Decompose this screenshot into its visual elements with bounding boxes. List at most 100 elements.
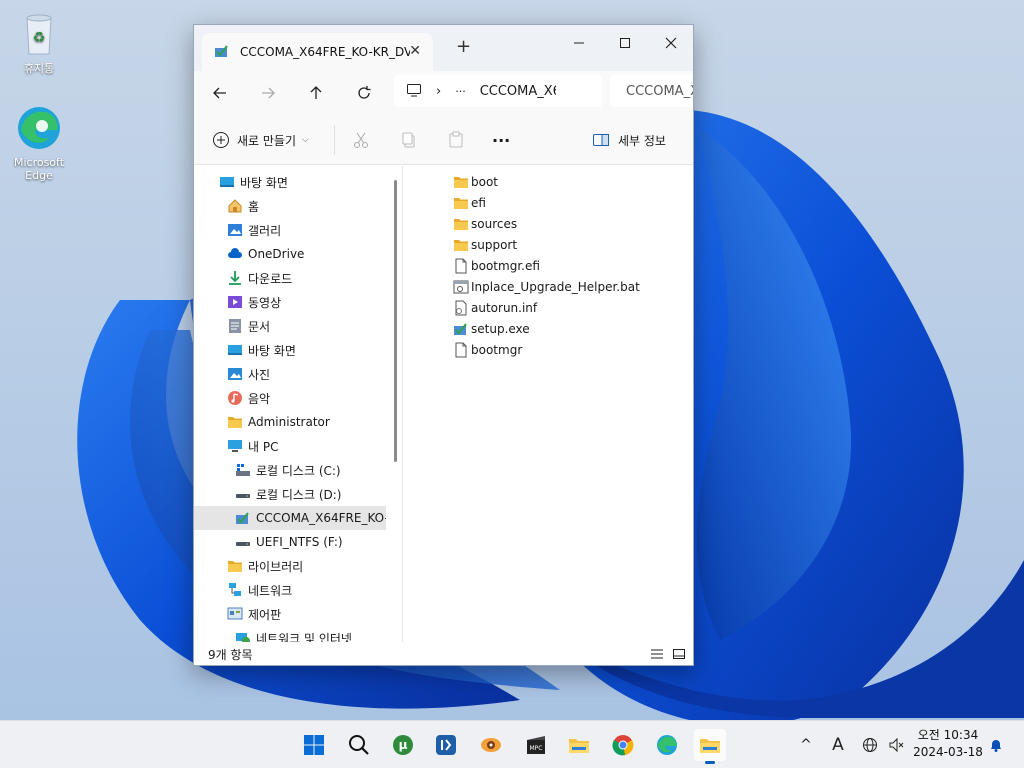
nav-item[interactable]: 홈 [194, 194, 386, 218]
folder-icon [453, 195, 469, 211]
clock-date: 2024-03-18 [913, 745, 983, 759]
nav-item[interactable]: 라이브러리 [194, 554, 386, 578]
refresh-button[interactable] [350, 79, 378, 107]
nav-item[interactable]: 바탕 화면 [194, 338, 386, 362]
windows-logo-icon [304, 735, 324, 755]
address-bar[interactable]: › ··· CCCOMA_X6 [394, 75, 602, 107]
edge-icon [15, 104, 63, 152]
tiles-view-icon[interactable] [672, 647, 686, 664]
nav-item[interactable]: 다운로드 [194, 266, 386, 290]
taskbar-app-eye[interactable] [475, 729, 507, 761]
plus-circle-icon [213, 132, 229, 148]
taskbar-app-utorrent[interactable]: µ [387, 729, 419, 761]
nav-item-label: 바탕 화면 [240, 175, 288, 190]
search-button[interactable] [343, 729, 375, 761]
taskbar-app-mpc[interactable]: MPC [520, 729, 552, 761]
nav-item[interactable]: UEFI_NTFS (F:) [194, 530, 386, 554]
nav-item-label: 사진 [248, 367, 271, 382]
taskbar-app-chrome[interactable] [607, 729, 639, 761]
file-item[interactable]: support [453, 235, 517, 255]
nav-item[interactable]: 네트워크 및 인터넷 [194, 626, 386, 642]
dvd-setup-icon [214, 43, 230, 62]
navigation-pane-scrollbar[interactable] [394, 180, 397, 462]
copy-button[interactable] [400, 129, 418, 151]
nav-item[interactable]: 로컬 디스크 (D:) [194, 482, 386, 506]
desktop-icon-label: Microsoft Edge [13, 156, 65, 182]
up-button[interactable] [302, 79, 330, 107]
clock-time: 오전 10:34 [917, 728, 979, 742]
breadcrumb-overflow[interactable]: ··· [455, 85, 466, 98]
arrow-up-icon [310, 86, 322, 99]
nav-item[interactable]: 바탕 화면 [194, 170, 386, 194]
file-item[interactable]: Inplace_Upgrade_Helper.bat [453, 277, 640, 297]
music-icon [227, 390, 243, 406]
nav-item[interactable]: 갤러리 [194, 218, 386, 242]
toolbar-divider [334, 125, 335, 155]
more-options-button[interactable]: ··· [492, 129, 510, 151]
new-tab-button[interactable]: + [456, 36, 471, 57]
pictures-icon [227, 366, 243, 382]
tab-current[interactable]: CCCOMA_X64FRE_KO-KR_DV ✕ [202, 33, 433, 71]
network-globe-icon[interactable] [858, 733, 882, 757]
nav-item[interactable]: Administrator [194, 410, 386, 434]
nav-item-label: 다운로드 [248, 271, 293, 286]
nav-item-label: 동영상 [248, 295, 282, 310]
windows-drive-icon [235, 462, 251, 478]
file-item[interactable]: setup.exe [453, 319, 530, 339]
back-button[interactable] [206, 79, 234, 107]
taskbar-app-explorer[interactable] [563, 729, 595, 761]
scissors-icon [354, 132, 368, 148]
nav-item[interactable]: 문서 [194, 314, 386, 338]
clock[interactable]: 오전 10:34 2024-03-18 [912, 727, 984, 761]
nav-item[interactable]: 사진 [194, 362, 386, 386]
file-item[interactable]: bootmgr [453, 340, 522, 360]
list-view-icon[interactable] [650, 647, 664, 664]
taskbar-app-file-explorer-active[interactable] [694, 729, 726, 764]
title-bar[interactable]: CCCOMA_X64FRE_KO-KR_DV ✕ + [194, 25, 693, 71]
ime-indicator[interactable]: A [826, 733, 850, 757]
file-item[interactable]: autorun.inf [453, 298, 537, 318]
notification-bell-icon[interactable] [984, 733, 1008, 757]
maximize-button[interactable] [602, 29, 648, 57]
folder-icon [453, 174, 469, 190]
file-item[interactable]: boot [453, 172, 498, 192]
nav-item[interactable]: 동영상 [194, 290, 386, 314]
details-pane-button[interactable]: 세부 정보 [592, 129, 666, 151]
volume-muted-icon[interactable] [884, 733, 908, 757]
file-name: Inplace_Upgrade_Helper.bat [471, 280, 640, 294]
nav-item[interactable]: 내 PC [194, 434, 386, 458]
file-name: setup.exe [471, 322, 530, 336]
forward-button[interactable] [254, 79, 282, 107]
svg-text:µ: µ [399, 738, 408, 752]
nav-item[interactable]: 제어판 [194, 602, 386, 626]
desktop-icon-recycle-bin[interactable]: ♻ 휴지통 [2, 10, 76, 75]
paste-button[interactable] [447, 129, 465, 151]
taskbar-app-edge[interactable] [651, 729, 683, 761]
search-box[interactable]: CCCOMA_X6 [610, 75, 693, 107]
close-button[interactable] [648, 29, 693, 57]
file-item[interactable]: bootmgr.efi [453, 256, 540, 276]
taskbar-app-blue[interactable] [430, 729, 462, 761]
desktop-icon-edge[interactable]: Microsoft Edge [2, 104, 76, 182]
nav-item-label: 홈 [248, 199, 260, 214]
new-button[interactable]: 새로 만들기 ⌵ [212, 129, 309, 151]
start-button[interactable] [298, 729, 330, 761]
chevron-right-icon[interactable]: › [436, 84, 441, 99]
chevron-up-icon[interactable]: ^ [794, 733, 818, 757]
folder-icon [453, 237, 469, 253]
status-bar: 9개 항목 [194, 642, 693, 665]
drive-icon [235, 534, 251, 550]
minimize-button[interactable] [556, 29, 602, 57]
nav-item[interactable]: OneDrive [194, 242, 386, 266]
file-item[interactable]: sources [453, 214, 517, 234]
nav-item[interactable]: 로컬 디스크 (C:) [194, 458, 386, 482]
file-explorer-window: CCCOMA_X64FRE_KO-KR_DV ✕ + › ··· CCCOMA_… [193, 24, 694, 666]
nav-item[interactable]: 음악 [194, 386, 386, 410]
cut-button[interactable] [352, 129, 370, 151]
nav-item[interactable]: 네트워크 [194, 578, 386, 602]
file-item[interactable]: efi [453, 193, 486, 213]
file-name: bootmgr.efi [471, 259, 540, 273]
nav-item[interactable]: CCCOMA_X64FRE_KO-KR_DV9 (E:) [194, 506, 386, 530]
close-tab-icon[interactable]: ✕ [409, 43, 421, 59]
breadcrumb-current[interactable]: CCCOMA_X6 [480, 84, 556, 99]
